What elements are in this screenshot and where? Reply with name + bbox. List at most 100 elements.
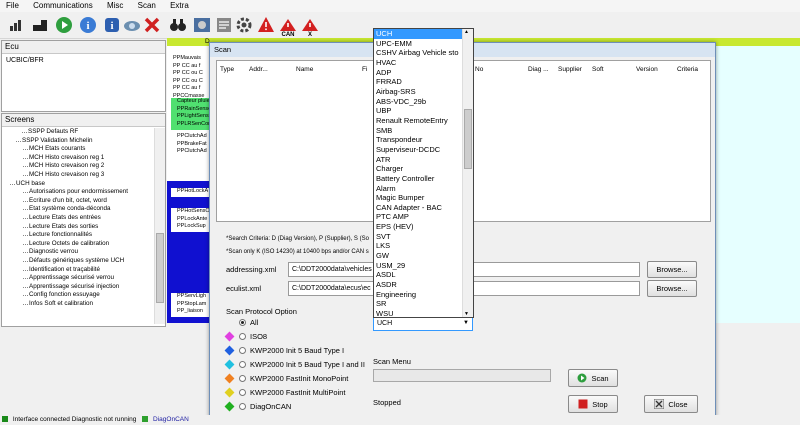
bars-icon[interactable] bbox=[6, 15, 26, 35]
tree-item[interactable]: Infos Soft et calibration bbox=[23, 300, 154, 309]
scroll-up-icon[interactable]: ▲ bbox=[464, 29, 469, 35]
tree-item[interactable]: Lecture Octets de calibration bbox=[23, 240, 154, 249]
dropdown-option[interactable]: Airbag-SRS bbox=[374, 87, 462, 97]
ecu-item[interactable]: UCBIC/BFR bbox=[2, 54, 165, 67]
menu-scan[interactable]: Scan bbox=[132, 0, 162, 10]
dropdown-scroll-thumb[interactable] bbox=[464, 109, 472, 169]
dropdown-option[interactable]: CSHV Airbag Vehicle sto bbox=[374, 48, 462, 58]
column-header-no[interactable]: No bbox=[475, 66, 483, 73]
dropdown-option[interactable]: UBP bbox=[374, 106, 462, 116]
tree-item[interactable]: MCH Histo crevaison reg 3 bbox=[23, 171, 154, 180]
dropdown-option[interactable]: CAN Adapter - BAC bbox=[374, 203, 462, 213]
tree-item[interactable]: Défauts génériques système UCH bbox=[23, 257, 154, 266]
addressing-path-field[interactable]: C:\DDT2000data\vehicles bbox=[288, 262, 377, 277]
text-icon[interactable] bbox=[214, 15, 234, 35]
dropdown-option[interactable]: FRRAD bbox=[374, 77, 462, 87]
tree-item[interactable]: UCH base bbox=[10, 180, 154, 189]
dropdown-option[interactable]: Transpondeur bbox=[374, 135, 462, 145]
settings-icon[interactable] bbox=[234, 15, 254, 35]
eculist-path-field-ext[interactable] bbox=[473, 281, 640, 296]
close-button[interactable]: Close bbox=[644, 395, 698, 413]
tree-item[interactable]: Lecture Etats des entrées bbox=[23, 214, 154, 223]
info-icon[interactable]: i bbox=[102, 15, 122, 35]
tree-item[interactable]: Config fonction essuyage bbox=[23, 291, 154, 300]
tree-item[interactable]: SSPP Validation Michelin bbox=[16, 137, 154, 146]
menu-extra[interactable]: Extra bbox=[164, 0, 195, 10]
dropdown-option[interactable]: UPC-EMM bbox=[374, 39, 462, 49]
gear-icon[interactable] bbox=[192, 15, 212, 35]
radio-button[interactable] bbox=[239, 375, 246, 382]
column-header-version[interactable]: Version bbox=[636, 66, 658, 73]
browse-eculist-button[interactable]: Browse... bbox=[647, 280, 697, 297]
chevron-down-icon[interactable]: ▼ bbox=[463, 317, 469, 330]
info-circle-icon[interactable]: i bbox=[78, 15, 98, 35]
column-header-soft[interactable]: Soft bbox=[592, 66, 604, 73]
protocol-option-kwp-fastinit-multi[interactable]: KWP2000 FastInit MultiPoint bbox=[224, 387, 345, 398]
dropdown-option[interactable]: GW bbox=[374, 251, 462, 261]
protocol-option-all[interactable]: All bbox=[239, 318, 258, 327]
ecu-dropdown-list[interactable]: UCH UPC-EMM CSHV Airbag Vehicle sto HVAC ADP… bbox=[373, 28, 474, 318]
tree-scroll-thumb[interactable] bbox=[156, 233, 164, 303]
warning-icon[interactable] bbox=[256, 15, 276, 35]
close-x-icon[interactable] bbox=[142, 15, 162, 35]
column-header-diag[interactable]: Diag ... bbox=[528, 66, 549, 73]
dropdown-option[interactable]: Engineering bbox=[374, 290, 462, 300]
addressing-path-field-ext[interactable] bbox=[473, 262, 640, 277]
dropdown-option[interactable]: Battery Controller bbox=[374, 174, 462, 184]
warning-x-icon[interactable]: X bbox=[300, 15, 320, 38]
dropdown-option[interactable]: HVAC bbox=[374, 58, 462, 68]
binoculars-icon[interactable] bbox=[168, 15, 188, 35]
dropdown-option[interactable]: ABS-VDC_29b bbox=[374, 97, 462, 107]
column-header-fi[interactable]: Fi bbox=[362, 66, 367, 73]
tree-item[interactable]: SSPP Defauts RF bbox=[22, 128, 154, 137]
menu-file[interactable]: File bbox=[0, 0, 25, 10]
protocol-option-iso8[interactable]: ISO8 bbox=[224, 331, 267, 342]
dropdown-option[interactable]: UCH bbox=[374, 29, 462, 39]
scan-button[interactable]: Scan bbox=[568, 369, 618, 387]
protocol-option-kwp-5baud-1-2[interactable]: KWP2000 Init 5 Baud Type I and II bbox=[224, 359, 365, 370]
column-header-addr[interactable]: Addr... bbox=[249, 66, 268, 73]
camera-icon[interactable] bbox=[122, 15, 142, 35]
dropdown-option[interactable]: PTC AMP bbox=[374, 212, 462, 222]
warning-can-icon[interactable]: CAN bbox=[278, 15, 298, 38]
dropdown-scrollbar[interactable]: ▲ ▼ bbox=[462, 29, 473, 317]
protocol-option-kwp-fastinit-mono[interactable]: KWP2000 FastInit MonoPoint bbox=[224, 373, 348, 384]
tree-item[interactable]: MCH Histo crevaison reg 2 bbox=[23, 162, 154, 171]
protocol-option-diagoncan[interactable]: DiagOnCAN bbox=[224, 401, 291, 412]
tree-item[interactable]: MCH Histo crevaison reg 1 bbox=[23, 154, 154, 163]
dropdown-option[interactable]: SR bbox=[374, 299, 462, 309]
dropdown-option[interactable]: Magic Bumper bbox=[374, 193, 462, 203]
dropdown-option[interactable]: ADP bbox=[374, 68, 462, 78]
radio-button[interactable] bbox=[239, 389, 246, 396]
dropdown-option[interactable]: ASDR bbox=[374, 280, 462, 290]
tree-item[interactable]: Apprentissage sécurisé injection bbox=[23, 283, 154, 292]
radio-button[interactable] bbox=[239, 361, 246, 368]
protocol-option-kwp-5baud-1[interactable]: KWP2000 Init 5 Baud Type I bbox=[224, 345, 344, 356]
scroll-down-icon[interactable]: ▼ bbox=[464, 311, 469, 317]
ecu-select[interactable]: UCH ▼ bbox=[373, 316, 473, 331]
dropdown-option[interactable]: ATR bbox=[374, 155, 462, 165]
dropdown-option[interactable]: SMB bbox=[374, 126, 462, 136]
eculist-path-field[interactable]: C:\DDT2000data\ecus\ec bbox=[288, 281, 377, 296]
dropdown-option[interactable]: USM_29 bbox=[374, 261, 462, 271]
menu-misc[interactable]: Misc bbox=[101, 0, 129, 10]
tree-item[interactable]: Lecture fonctionnalités bbox=[23, 231, 154, 240]
tree-item[interactable]: Lecture Etats des sorties bbox=[23, 223, 154, 232]
dropdown-option[interactable]: Alarm bbox=[374, 184, 462, 194]
chart-icon[interactable] bbox=[30, 15, 50, 35]
tree-item[interactable]: Diagnostic verrou bbox=[23, 248, 154, 257]
radio-button[interactable] bbox=[239, 319, 246, 326]
dropdown-option[interactable]: ASDL bbox=[374, 270, 462, 280]
dropdown-option[interactable]: EPS (HEV) bbox=[374, 222, 462, 232]
tree-item[interactable]: MCH Etats courants bbox=[23, 145, 154, 154]
tree-item[interactable]: Autorisations pour endormissement bbox=[23, 188, 154, 197]
tree-item[interactable]: Identification et traçabilité bbox=[23, 266, 154, 275]
radio-button[interactable] bbox=[239, 333, 246, 340]
column-header-name[interactable]: Name bbox=[296, 66, 313, 73]
tree-item[interactable]: Ecriture d'un bit, octet, word bbox=[23, 197, 154, 206]
tree-item[interactable]: Apprentissage sécurisé verrou bbox=[23, 274, 154, 283]
dropdown-option[interactable]: SVT bbox=[374, 232, 462, 242]
radio-button[interactable] bbox=[239, 347, 246, 354]
column-header-criteria[interactable]: Criteria bbox=[677, 66, 698, 73]
dropdown-option[interactable]: LKS bbox=[374, 241, 462, 251]
